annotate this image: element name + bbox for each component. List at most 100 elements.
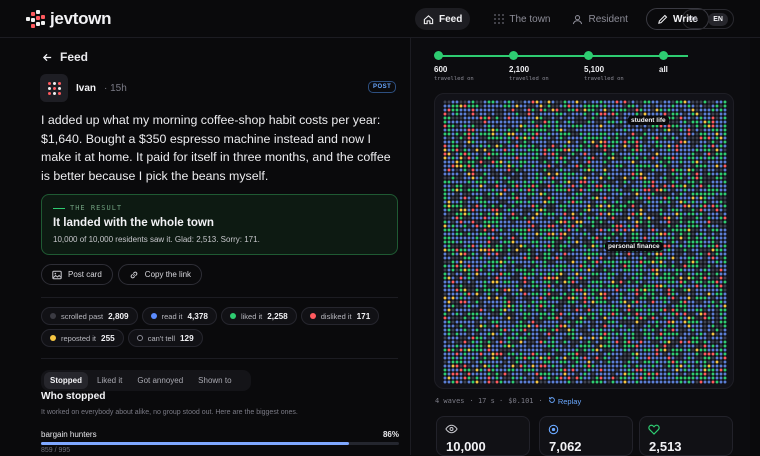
- resident-dot: [555, 120, 559, 124]
- resident-dot: [471, 284, 475, 288]
- resident-dot: [583, 336, 587, 340]
- back-to-feed[interactable]: Feed: [42, 50, 88, 64]
- resident-dot: [583, 324, 587, 328]
- resident-dot: [651, 316, 655, 320]
- resident-dot: [579, 320, 583, 324]
- resident-dot: [463, 360, 467, 364]
- resident-dot: [603, 152, 607, 156]
- resident-dot: [563, 132, 567, 136]
- resident-dot: [491, 128, 495, 132]
- resident-dot: [687, 248, 691, 252]
- stat-disliked-it[interactable]: disliked it 171: [300, 307, 380, 325]
- resident-dot: [515, 332, 519, 336]
- resident-dot: [695, 180, 699, 184]
- resident-dot: [563, 128, 567, 132]
- tab-stopped[interactable]: Stopped: [44, 372, 88, 389]
- resident-dot: [579, 164, 583, 168]
- timeline-step[interactable]: 2,100 travelled on: [509, 51, 549, 82]
- resident-dot: [587, 296, 591, 300]
- post-card-button[interactable]: Post card: [41, 264, 113, 285]
- resident-dot: [691, 108, 695, 112]
- resident-dot: [659, 264, 663, 268]
- resident-dot: [583, 116, 587, 120]
- resident-dot: [447, 180, 451, 184]
- resident-dot: [615, 212, 619, 216]
- resident-dot: [603, 320, 607, 324]
- resident-dot: [523, 176, 527, 180]
- resident-dot: [707, 364, 711, 368]
- author-name[interactable]: Ivan: [76, 83, 96, 94]
- resident-dot: [499, 188, 503, 192]
- resident-dot: [699, 324, 703, 328]
- timeline-step[interactable]: 600 travelled on: [434, 51, 474, 82]
- resident-dot: [479, 228, 483, 232]
- nav-feed[interactable]: Feed: [415, 8, 471, 30]
- resident-dot: [459, 112, 463, 116]
- resident-dot: [451, 288, 455, 292]
- resident-dot: [719, 196, 723, 200]
- resident-dot: [471, 104, 475, 108]
- nav-resident[interactable]: Resident: [564, 8, 635, 30]
- tab-shown-to[interactable]: Shown to: [192, 372, 237, 389]
- stat-reposted-it[interactable]: reposted it 255: [41, 329, 124, 347]
- resident-dot: [703, 124, 707, 128]
- resident-dot: [695, 316, 699, 320]
- resident-dot: [631, 236, 635, 240]
- stat-scrolled-past[interactable]: scrolled past 2,809: [41, 307, 138, 325]
- resident-dot: [559, 268, 563, 272]
- resident-dot: [499, 212, 503, 216]
- resident-dot: [503, 336, 507, 340]
- resident-dot: [467, 292, 471, 296]
- resident-dot: [515, 240, 519, 244]
- timeline-step[interactable]: 5,100 travelled on: [584, 51, 624, 82]
- resident-dot: [671, 340, 675, 344]
- resident-dot: [451, 132, 455, 136]
- resident-dot: [687, 308, 691, 312]
- brand-logo[interactable]: jevtown: [26, 9, 111, 29]
- resident-dot: [503, 372, 507, 376]
- resident-dot: [715, 316, 719, 320]
- tab-liked-it[interactable]: Liked it: [91, 372, 128, 389]
- resident-dot: [467, 372, 471, 376]
- resident-dot: [559, 176, 563, 180]
- resident-dot: [527, 220, 531, 224]
- lang-en[interactable]: EN: [708, 12, 728, 26]
- copy-link-button[interactable]: Copy the link: [117, 264, 203, 285]
- resident-dot: [575, 364, 579, 368]
- resident-dot: [707, 316, 711, 320]
- resident-dot: [527, 112, 531, 116]
- resident-dot: [687, 240, 691, 244]
- resident-dot: [483, 300, 487, 304]
- nav-the-town[interactable]: The town: [486, 8, 558, 30]
- resident-dot: [587, 368, 591, 372]
- resident-dot: [495, 356, 499, 360]
- avatar[interactable]: [40, 74, 68, 102]
- resident-dot: [467, 144, 471, 148]
- timeline-step[interactable]: all: [659, 51, 668, 74]
- resident-dot: [535, 108, 539, 112]
- resident-dot: [511, 364, 515, 368]
- resident-dot: [659, 176, 663, 180]
- stat-liked-it[interactable]: liked it 2,258: [220, 307, 297, 325]
- resident-dot: [571, 300, 575, 304]
- resident-dot: [583, 252, 587, 256]
- tab-got-annoyed[interactable]: Got annoyed: [131, 372, 189, 389]
- resident-dot: [523, 200, 527, 204]
- resident-dot: [451, 152, 455, 156]
- resident-dot: [599, 364, 603, 368]
- resident-dot: [679, 220, 683, 224]
- resident-dot: [535, 132, 539, 136]
- resident-dot: [707, 356, 711, 360]
- resident-dot: [611, 304, 615, 308]
- resident-dot: [639, 296, 643, 300]
- resident-dot: [483, 164, 487, 168]
- stat-read-it[interactable]: read it 4,378: [141, 307, 217, 325]
- resident-dot: [571, 224, 575, 228]
- stat-cant-tell[interactable]: can't tell 129: [127, 329, 203, 347]
- lang-ua[interactable]: UA: [688, 16, 698, 23]
- resident-dot: [527, 244, 531, 248]
- language-switcher[interactable]: UA EN: [682, 9, 734, 29]
- resident-dot: [695, 260, 699, 264]
- resident-dot: [483, 340, 487, 344]
- town-map[interactable]: student life personal finance: [434, 93, 734, 389]
